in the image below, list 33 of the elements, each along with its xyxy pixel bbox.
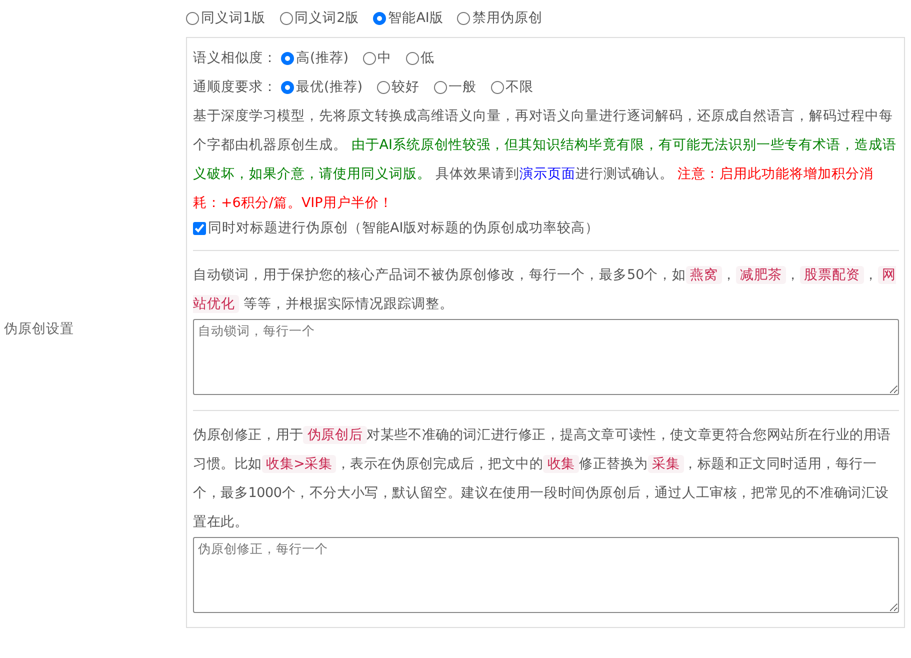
description-text: 伪原创修正，用于 伪原创后 对某些不准确的词汇进行修正，提高文章可读性，使文章更符合您网站所在行业的用语习惯。比如 收集>采集 ，表示在伪原创完成后，把文中的 收集 修正替换为 采集 ，标题和正文同时适用，每行一个，最多1000个，不分大小写，默认留空。建议在使用一段时间伪原创后，通过人工审核，把常见的不准确词汇设置在此。 [193,425,892,532]
radio-label[interactable]: 智能AI版 [388,8,444,28]
checkbox-label[interactable]: 同时对标题进行伪原创（智能AI版对标题的伪原创成功率较高） [208,218,600,238]
option-label: 通顺度要求： [193,78,277,97]
radio-label[interactable]: 不限 [506,72,534,102]
radio-button[interactable] [281,52,294,65]
radio-label[interactable]: 禁用伪原创 [472,8,542,28]
radio-button[interactable] [373,12,386,25]
radio-button[interactable] [362,52,376,65]
radio-label[interactable]: 高(推荐) [296,44,349,73]
radio-button[interactable] [280,12,293,25]
input-field[interactable]: 自动锁词，每行一个 [193,318,899,395]
radio-button[interactable] [186,12,199,25]
demo-page-link[interactable]: 演示页面 [519,166,576,182]
description-text: 基于深度学习模型，先将原文转换成高维语义向量，再对语义向量进行逐词解码，还原成自然语言，解码过程中每个字都由机器原创生成。 由于AI系统原创性较强，但其知识结构毕竟有限，有可能无法识别一些专有术语，造成语义破坏，如果介意，请使用同义词版。 具体效果请到演示页面进行测试确认。 注意：启用此功能将增加积分消耗：+6积分/篇。VIP用户半价！ [193,106,898,213]
radio-button[interactable] [434,80,447,94]
radio-label[interactable]: 较好 [392,72,420,102]
radio-label[interactable]: 同义词2版 [294,8,360,28]
radio-button[interactable] [376,80,390,94]
option-label: 语义相似度： [193,48,277,68]
radio-label[interactable]: 中 [378,44,392,73]
description-text: 自动锁词，用于保护您的核心产品词不被伪原创修改，每行一个，最多50个，如 燕窝 ， 减肥茶 ， 股票配资 ， 网站优化 等等，并根据实际情况跟踪调整。 [193,264,898,315]
radio-button[interactable] [281,80,294,94]
radio-label[interactable]: 同义词1版 [201,8,266,28]
radio-button[interactable] [406,52,419,65]
radio-button[interactable] [457,12,470,25]
radio-button[interactable] [490,80,504,94]
input-field[interactable]: 伪原创修正，每行一个 [193,537,899,613]
radio-label[interactable]: 最优(推荐) [296,72,363,102]
checkbox[interactable] [193,222,206,234]
radio-label[interactable]: 一般 [448,72,477,102]
radio-label[interactable]: 低 [420,44,435,73]
section-label: 伪原创设置 [4,320,74,339]
